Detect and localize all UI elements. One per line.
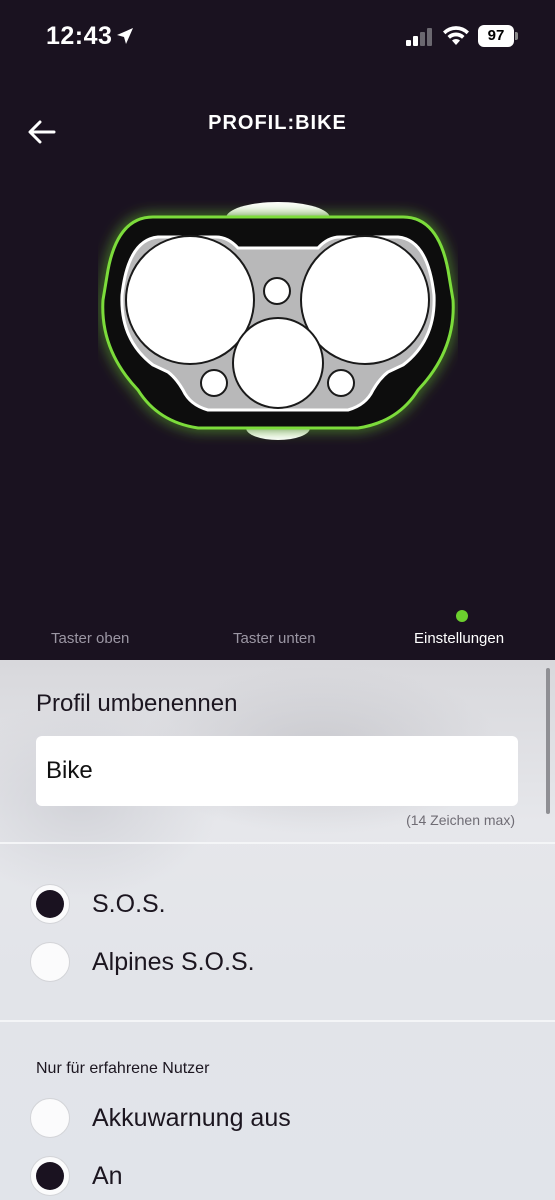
radio-label: S.O.S. [92,889,166,918]
wifi-icon [443,26,469,45]
status-time: 12:43 [46,22,113,50]
header-area: 12:43 97 PROFIL:BIKE Taster oben Taster … [0,0,555,660]
experienced-users-label: Nur für erfahrene Nutzer [36,1060,210,1077]
page-title: PROFIL:BIKE [208,112,347,134]
tab-taster-oben[interactable]: Taster oben [51,630,129,647]
battery-warning-section: Nur für erfahrene Nutzer Akkuwarnung aus… [0,1022,555,1200]
radio-label: Alpines S.O.S. [92,947,255,976]
device-illustration [101,202,455,440]
radio-label: Akkuwarnung aus [92,1103,291,1132]
radio-option-alpine-sos[interactable]: Alpines S.O.S. [30,941,255,983]
location-arrow-icon [117,28,133,44]
battery-tip [515,32,518,40]
profile-name-input[interactable] [36,736,518,806]
radio-selected-dot [36,1162,64,1190]
rename-section: Profil umbenennen (14 Zeichen max) [0,660,555,842]
tab-einstellungen[interactable]: Einstellungen [414,630,504,647]
radio-button[interactable] [30,1098,70,1138]
nav-bar: PROFIL:BIKE [0,100,555,160]
rename-label: Profil umbenennen [36,690,238,717]
tab-taster-unten[interactable]: Taster unten [233,630,316,647]
status-bar: 12:43 97 [0,0,555,74]
battery-level: 97 [478,25,514,47]
radio-option-sos[interactable]: S.O.S. [30,883,166,925]
sos-section: S.O.S. Alpines S.O.S. [0,844,555,1020]
settings-content: Profil umbenennen (14 Zeichen max) S.O.S… [0,660,555,1200]
tab-bar: Taster oben Taster unten Einstellungen [0,600,555,660]
radio-option-battery-warning-off[interactable]: Akkuwarnung aus [30,1097,291,1139]
char-limit-hint: (14 Zeichen max) [406,812,515,828]
radio-label: An [92,1161,123,1190]
scrollbar[interactable] [546,668,550,814]
radio-button[interactable] [30,942,70,982]
screen: 12:43 97 PROFIL:BIKE Taster oben Taster … [0,0,555,1200]
battery-icon: 97 [478,25,518,47]
radio-option-battery-warning-on[interactable]: An [30,1155,123,1197]
radio-button[interactable] [30,1156,70,1196]
radio-selected-dot [36,890,64,918]
cell-signal-icon [406,28,432,46]
radio-button[interactable] [30,884,70,924]
